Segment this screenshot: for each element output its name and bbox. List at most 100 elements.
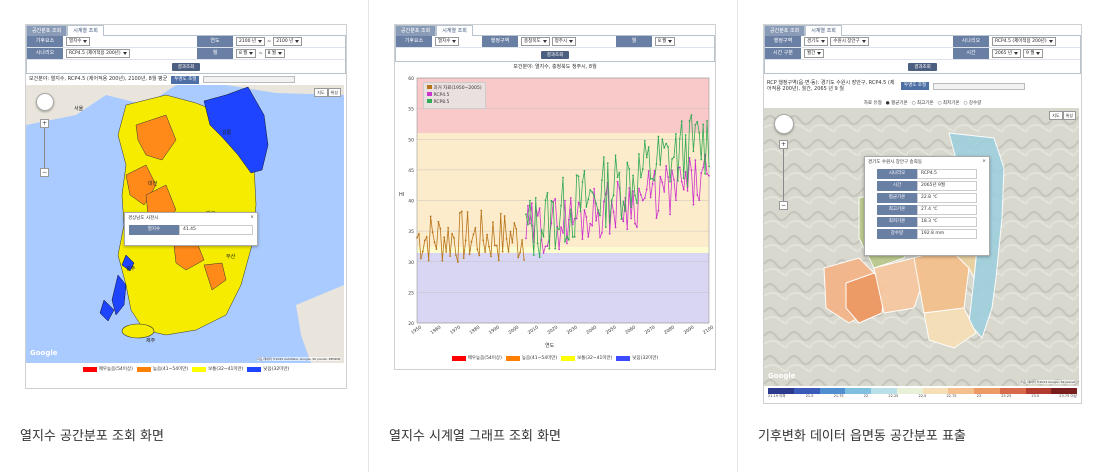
zoom-slider[interactable] <box>783 149 784 201</box>
province-select[interactable]: 경기도 <box>804 37 829 46</box>
popup-value: 22.8 ℃ <box>917 193 977 203</box>
opacity-button[interactable]: 투명도 조절 <box>171 75 200 84</box>
data-point <box>702 123 705 126</box>
google-logo: Google <box>768 372 796 380</box>
zoom-out-button[interactable]: − <box>779 201 788 210</box>
scenario-select[interactable]: RCP4.5 (제어적용 200년) <box>992 37 1056 46</box>
opacity-button[interactable]: 투명도 조절 <box>901 82 930 90</box>
tab-timeseries[interactable]: 시계열 조회 <box>805 25 842 36</box>
time-type-select[interactable]: 월간 <box>804 49 825 58</box>
data-point <box>525 237 527 240</box>
scenario-select[interactable]: RCP4.5 (제어적용 200년) <box>66 49 130 58</box>
search-button[interactable]: 결과조회 <box>908 62 937 71</box>
map-area[interactable]: 지도 위성 + − 경기도 수원시 장안구 송죽동 × 시나리오 RCP4.5 시간… <box>764 108 1079 386</box>
place-label: 서울 <box>74 106 84 112</box>
data-point <box>542 252 545 254</box>
city-select[interactable]: 청주시 <box>551 37 576 46</box>
radio-mean-temp[interactable]: ● 평균기온 <box>886 100 908 106</box>
caption-1: 열지수 공간분포 조회 화면 <box>20 429 164 444</box>
month-select[interactable]: 9 월 <box>1023 49 1044 58</box>
close-icon[interactable]: × <box>250 215 254 221</box>
data-point <box>476 248 479 251</box>
data-point <box>688 119 691 122</box>
data-point <box>686 185 689 188</box>
popup-value: RCP4.5 <box>917 169 977 179</box>
opacity-slider[interactable] <box>203 76 296 83</box>
data-point <box>550 199 553 202</box>
pan-control[interactable] <box>36 93 54 111</box>
zoom-in-button[interactable]: + <box>40 119 49 128</box>
data-point <box>622 220 625 223</box>
scale-label: 23.25 <box>1001 394 1012 398</box>
opacity-slider[interactable] <box>933 82 1026 90</box>
data-point <box>585 205 588 208</box>
y-tick-label: 50 <box>408 137 414 143</box>
chevron-down-icon <box>1036 52 1041 55</box>
search-button[interactable]: 결과조회 <box>540 50 570 59</box>
zoom-slider[interactable] <box>44 128 45 168</box>
radio-min-temp[interactable]: ○ 최저기온 <box>938 100 960 106</box>
zoom-in-button[interactable]: + <box>779 140 788 149</box>
y-tick-label: 55 <box>408 107 414 113</box>
element-select[interactable]: 열지수 <box>435 37 460 46</box>
data-point <box>474 226 477 229</box>
scale-label: 22.5 <box>918 394 927 398</box>
pan-control[interactable] <box>774 114 794 134</box>
month-to-select[interactable]: 8 월 <box>264 49 286 58</box>
year-to-select[interactable]: 2100 년 <box>273 37 303 46</box>
data-point <box>682 188 685 191</box>
map-area[interactable]: 서울 강릉 대전 전주 광주 대구 부산 제주 지도 위성 + − 경상남도 사… <box>26 85 344 363</box>
tab-timeseries[interactable]: 시계열 조회 <box>436 25 473 36</box>
data-point <box>431 231 434 234</box>
tab-timeseries[interactable]: 시계열 조회 <box>67 25 104 36</box>
tab-spatial[interactable]: 공간분포 조회 <box>26 25 68 36</box>
data-point <box>694 123 697 126</box>
data-point <box>597 209 599 212</box>
map-type-map-button[interactable]: 지도 <box>314 88 328 97</box>
tab-spatial[interactable]: 공간분포 조회 <box>395 25 437 36</box>
month-select[interactable]: 8 월 <box>655 37 676 46</box>
radio-precip[interactable]: ○ 강수량 <box>963 100 981 106</box>
data-point <box>700 158 703 161</box>
popup-row: 최고기온 27.4 ℃ <box>877 205 977 215</box>
chevron-down-icon <box>1014 52 1019 55</box>
popup-value: 192.8 mm <box>917 229 977 239</box>
data-point <box>618 171 621 174</box>
month-from-select[interactable]: 8 월 <box>236 49 257 58</box>
element-select[interactable]: 열지수 <box>66 37 91 46</box>
month-label: 월 <box>197 48 233 59</box>
data-point <box>665 165 668 167</box>
data-point <box>684 134 687 136</box>
data-point <box>708 174 710 177</box>
map-type-satellite-button[interactable]: 위성 <box>1062 111 1076 120</box>
close-icon[interactable]: × <box>982 159 986 165</box>
data-type-options: 자료 유형 ● 평균기온 ○ 최고기온 ○ 최저기온 ○ 강수량 <box>764 98 1081 108</box>
search-button[interactable]: 결과조회 <box>171 62 201 71</box>
tab-spatial[interactable]: 공간분포 조회 <box>764 25 806 36</box>
map-type-map-button[interactable]: 지도 <box>1049 111 1063 120</box>
popup-key: 평균기온 <box>877 193 917 203</box>
data-point <box>529 222 531 225</box>
chevron-down-icon <box>83 40 88 43</box>
data-point <box>540 229 543 231</box>
zoom-out-button[interactable]: − <box>40 168 49 177</box>
data-point <box>591 224 594 227</box>
radio-max-temp[interactable]: ○ 최고기온 <box>912 100 934 106</box>
x-tick-label: 1990 <box>488 324 501 336</box>
data-point <box>636 226 638 228</box>
data-point <box>661 181 664 184</box>
district-select[interactable]: 수원시 장안구 <box>830 37 869 46</box>
legend-item: RCP4.5 <box>427 92 482 99</box>
popup-key: 열지수 <box>129 225 179 235</box>
year-select[interactable]: 2065 년 <box>992 49 1022 58</box>
data-point <box>542 235 545 238</box>
data-point <box>688 157 691 159</box>
chevron-down-icon <box>817 52 822 55</box>
legend-item: 낮음(32미만) <box>247 366 289 372</box>
year-from-select[interactable]: 2100 년 <box>236 37 266 46</box>
province-select[interactable]: 충청북도 <box>521 37 550 46</box>
data-point <box>667 176 670 179</box>
map-type-satellite-button[interactable]: 위성 <box>327 88 341 97</box>
data-point <box>456 261 459 263</box>
data-point <box>546 191 549 194</box>
